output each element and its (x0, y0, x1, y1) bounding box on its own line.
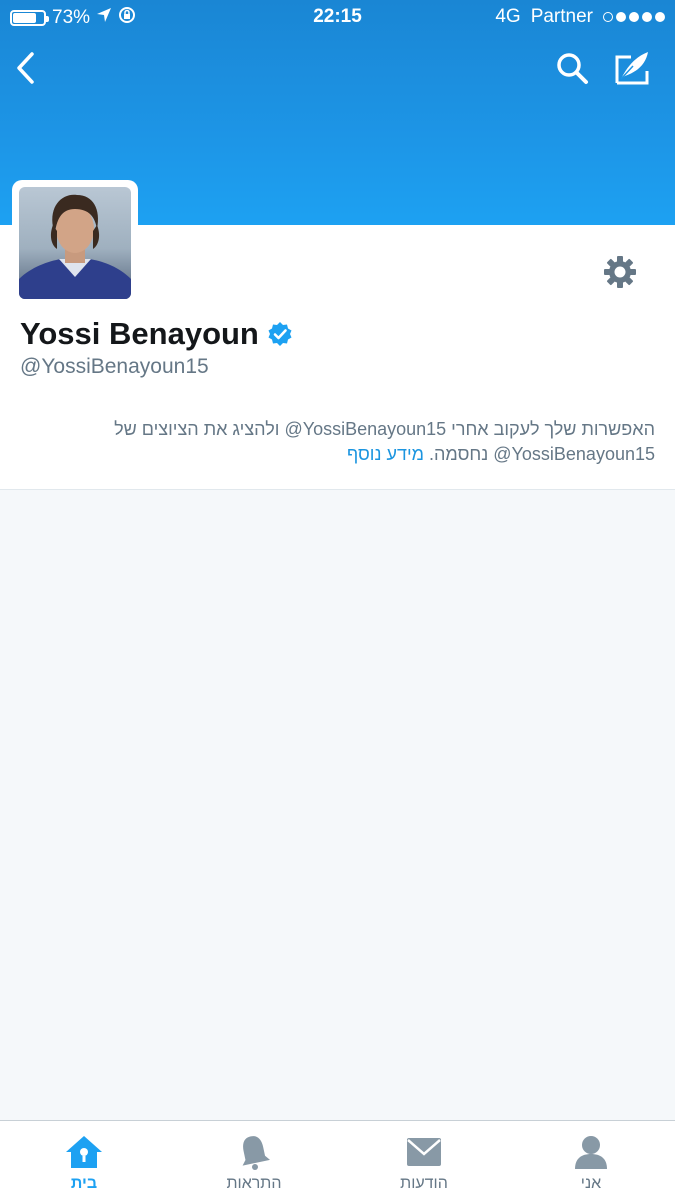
blocked-notice: האפשרות שלך לעקוב אחרי ‎@YossiBenayoun15… (0, 399, 675, 490)
network-type: 4G (495, 6, 521, 27)
profile-photo (19, 187, 131, 299)
status-bar: 73% 22:15 4G Partner (0, 0, 675, 36)
carrier-name: Partner (530, 6, 593, 27)
avatar[interactable] (12, 180, 138, 306)
notice-line-2: ‎@YossiBenayoun15‎ נחסמה. מידע נוסף (347, 444, 655, 465)
search-icon (557, 53, 588, 84)
profile-handle: @YossiBenayoun15 (20, 355, 209, 378)
tab-home-label: בית (70, 1175, 98, 1192)
verified-badge-icon (268, 322, 292, 346)
compose-quill-icon (615, 52, 649, 85)
gear-icon (604, 256, 636, 288)
bottom-tab-bar: בית התראות הודעות אני (0, 1120, 675, 1201)
tab-messages[interactable]: הודעות (340, 1121, 508, 1201)
signal-strength-icon (603, 12, 665, 22)
compose-tweet-button[interactable] (610, 46, 654, 90)
settings-button[interactable] (598, 250, 642, 294)
person-icon (575, 1136, 607, 1169)
tab-me-label: אני (580, 1175, 602, 1192)
envelope-icon (407, 1138, 441, 1166)
tab-notifications[interactable]: התראות (170, 1121, 338, 1201)
tab-home[interactable]: בית (0, 1121, 168, 1201)
notice-line-2-text: ‎@YossiBenayoun15‎ נחסמה. (424, 444, 655, 464)
tab-messages-label: הודעות (400, 1175, 448, 1192)
back-button[interactable] (4, 46, 48, 90)
bell-icon (242, 1136, 270, 1170)
chevron-left-icon (17, 52, 34, 84)
home-icon (66, 1136, 102, 1168)
learn-more-link[interactable]: מידע נוסף (347, 444, 424, 464)
tab-me[interactable]: אני (507, 1121, 675, 1201)
search-button[interactable] (550, 46, 594, 90)
notice-line-1: האפשרות שלך לעקוב אחרי ‎@YossiBenayoun15… (114, 419, 655, 439)
display-name: Yossi Benayoun (20, 316, 259, 351)
profile-name-row: Yossi Benayoun (20, 316, 293, 352)
tab-notifications-label: התראות (226, 1175, 282, 1192)
